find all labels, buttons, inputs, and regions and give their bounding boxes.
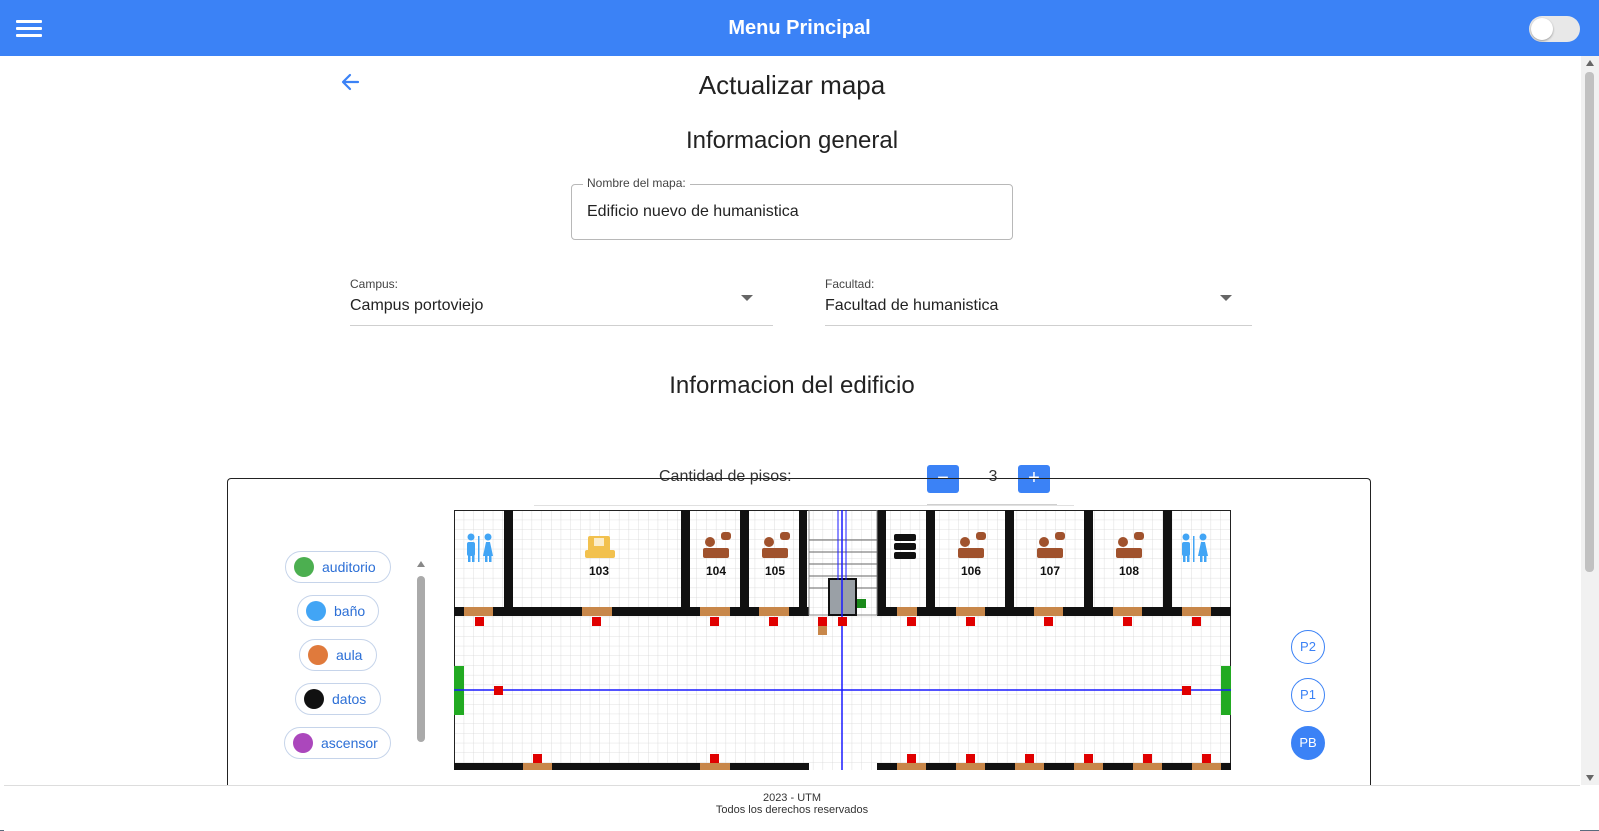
chevron-down-icon: [741, 295, 753, 301]
app-window: Menu Principal Actualizar mapa Informaci…: [0, 0, 1599, 831]
scroll-up-icon[interactable]: [1586, 60, 1594, 66]
server-icon: [304, 689, 324, 709]
page-title: Actualizar mapa: [698, 70, 886, 100]
footer-rights: Todos los derechos reservados: [715, 804, 869, 816]
floor-button-p2[interactable]: P2: [1291, 630, 1325, 664]
floor-plan-map[interactable]: 103 104 105 106 107 108: [454, 510, 1231, 770]
elevator-icon: [293, 733, 313, 753]
legend-chip-label: aula: [336, 647, 363, 663]
campus-label: Campus:: [350, 277, 399, 291]
auditorium-icon: [294, 557, 314, 577]
legend-chip-aula[interactable]: aula: [299, 639, 377, 671]
legend-chip-ascensor[interactable]: ascensor: [284, 727, 391, 759]
section-title-building: Informacion del edificio: [669, 372, 915, 399]
map-name-label: Nombre del mapa:: [583, 176, 690, 190]
campus-select[interactable]: Campus: Campus portoviejo: [350, 277, 773, 326]
legend-chip-datos[interactable]: datos: [295, 683, 381, 715]
server-icon: [894, 534, 916, 559]
footer-copyright: 2023 - UTM: [762, 792, 822, 804]
faculty-label: Facultad:: [825, 277, 875, 291]
section-title-general: Informacion general: [685, 127, 899, 154]
room-label: 105: [765, 564, 785, 578]
main-content: Actualizar mapa Informacion general Nomb…: [4, 56, 1580, 785]
room-label: 106: [961, 564, 981, 578]
legend-chip-label: auditorio: [322, 559, 376, 575]
scroll-up-icon[interactable]: [417, 561, 425, 567]
room-label: 104: [706, 564, 726, 578]
footer: 2023 - UTM Todos los derechos reservados: [4, 785, 1580, 831]
restroom-icon: [306, 601, 326, 621]
map-name-value[interactable]: Edificio nuevo de humanistica: [587, 203, 799, 221]
room-label: 103: [589, 564, 609, 578]
legend-chip-auditorio[interactable]: auditorio: [285, 551, 391, 583]
legend-chip-bano[interactable]: baño: [297, 595, 379, 627]
classroom-icon: [308, 645, 328, 665]
faculty-select[interactable]: Facultad: Facultad de humanistica: [825, 277, 1252, 326]
legend-chip-label: ascensor: [321, 735, 378, 751]
legend-scroll-thumb[interactable]: [417, 576, 425, 742]
app-bar: Menu Principal: [0, 0, 1599, 56]
page-scroll-thumb[interactable]: [1585, 72, 1594, 572]
app-title: Menu Principal: [728, 17, 871, 39]
theme-toggle[interactable]: [1529, 16, 1580, 42]
legend-chip-label: baño: [334, 603, 366, 619]
toggle-knob: [1531, 18, 1553, 40]
campus-value: Campus portoviejo: [350, 297, 484, 314]
page-scrollbar[interactable]: [1581, 56, 1599, 785]
floor-button-p1[interactable]: P1: [1291, 678, 1325, 712]
floor-button-pb[interactable]: PB: [1291, 726, 1325, 760]
scroll-down-icon[interactable]: [1586, 775, 1594, 781]
room-label: 108: [1119, 564, 1139, 578]
room-label: 107: [1040, 564, 1060, 578]
faculty-value: Facultad de humanistica: [825, 297, 999, 314]
legend-scrollbar[interactable]: [416, 561, 426, 785]
chevron-down-icon: [1220, 295, 1232, 301]
legend-chip-label: datos: [332, 691, 367, 707]
